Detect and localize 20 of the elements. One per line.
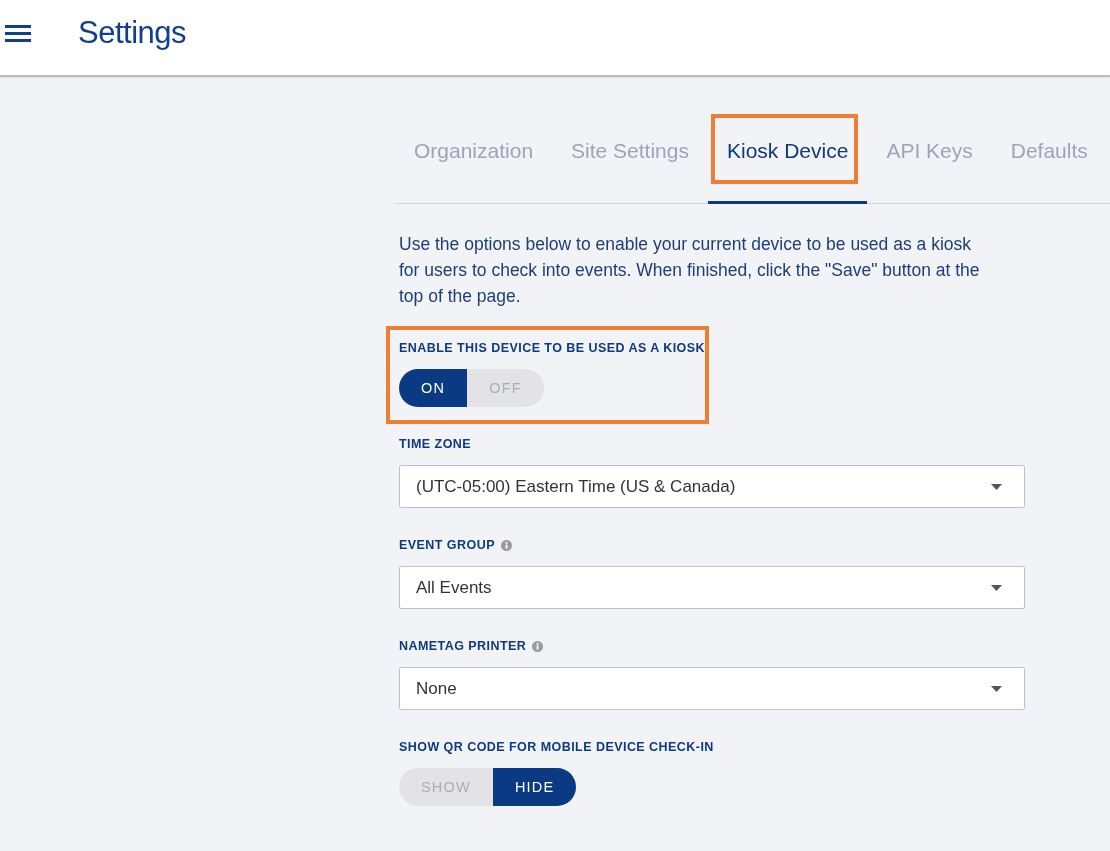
dropdown-field[interactable]: (UTC-05:00) Eastern Time (US & Canada) — [399, 465, 1025, 508]
page-title: Settings — [78, 14, 186, 52]
dropdown-field[interactable]: All Events — [399, 566, 1025, 609]
caret-icon — [991, 483, 1002, 490]
dropdown-field[interactable]: None — [399, 667, 1025, 710]
info-icon[interactable] — [500, 539, 512, 551]
menu-button[interactable] — [5, 24, 31, 42]
caret-icon — [991, 584, 1002, 591]
toggle-option[interactable]: ON — [399, 369, 468, 407]
field-label: SHOW QR CODE FOR MOBILE DEVICE CHECK-IN — [399, 739, 714, 755]
toggle-option[interactable]: HIDE — [492, 768, 577, 806]
intro-paragraph: Use the options below to enable your current device to be used as a kiosk for users to check into events. When finished, click the "Save" button at the top of the page. — [399, 233, 981, 308]
tab[interactable]: Kiosk Device — [708, 110, 868, 204]
menu-icon — [5, 24, 31, 42]
field-label: ENABLE THIS DEVICE TO BE USED AS A KIOSK — [399, 340, 705, 356]
field-label: TIME ZONE — [399, 436, 472, 452]
field-label: EVENT GROUP — [399, 537, 495, 553]
caret-icon — [991, 685, 1002, 692]
field-label: NAMETAG PRINTER — [399, 638, 527, 654]
info-icon[interactable] — [532, 640, 544, 652]
